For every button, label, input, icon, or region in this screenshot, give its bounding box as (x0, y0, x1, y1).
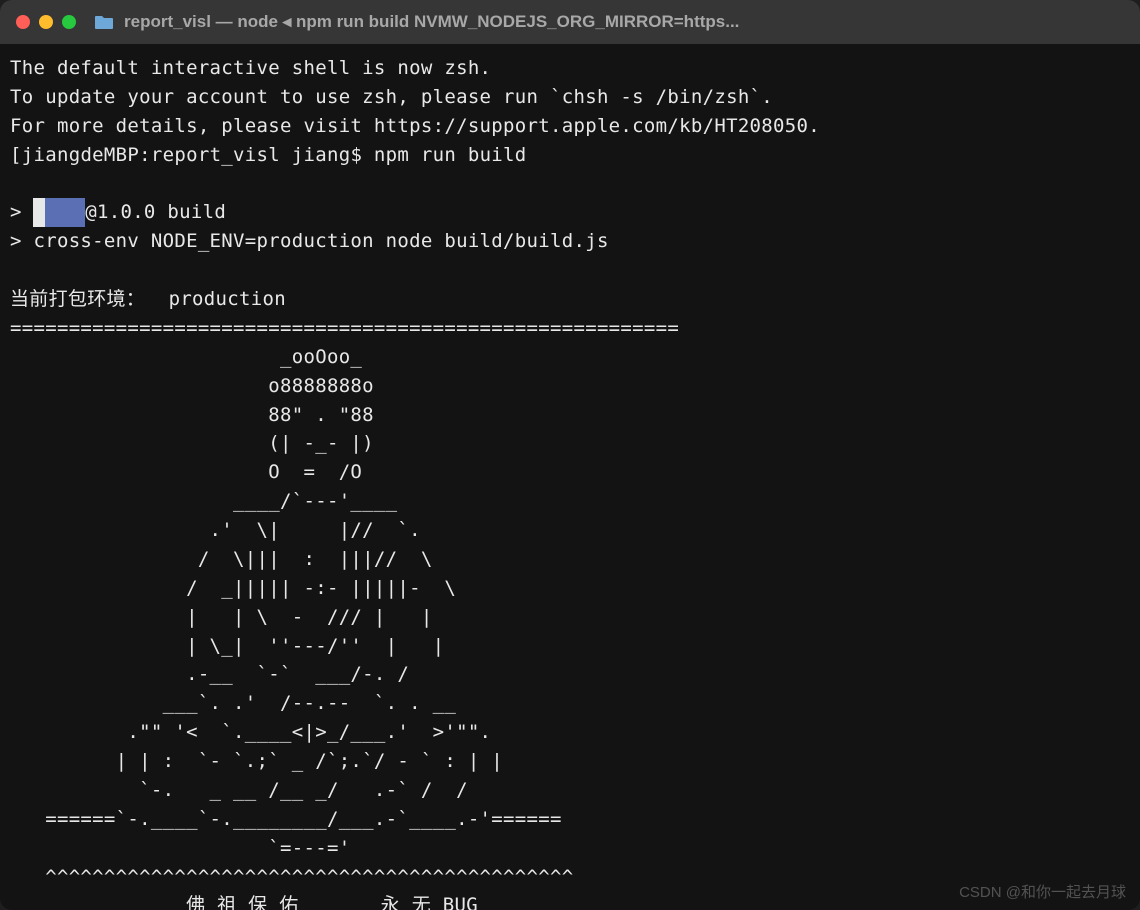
ascii-art-14: ."" '< `.____<|>_/___.' >'"". (10, 721, 491, 743)
script-prefix: > (10, 201, 33, 223)
titlebar[interactable]: report_visl — node ◂ npm run build NVMW_… (0, 0, 1140, 44)
redacted-name-highlight (45, 198, 85, 227)
close-icon[interactable] (16, 15, 30, 29)
ascii-art-18: `=---=' (10, 837, 350, 859)
ascii-art-19: ^^^^^^^^^^^^^^^^^^^^^^^^^^^^^^^^^^^^^^^^… (10, 866, 573, 888)
minimize-icon[interactable] (39, 15, 53, 29)
ascii-art-05: O = /O (10, 461, 362, 483)
env-label: 当前打包环境： production (10, 288, 286, 310)
watermark: CSDN @和你一起去月球 (959, 881, 1126, 902)
shell-notice-line1: The default interactive shell is now zsh… (10, 57, 491, 79)
terminal-window: report_visl — node ◂ npm run build NVMW_… (0, 0, 1140, 910)
maximize-icon[interactable] (62, 15, 76, 29)
ascii-art-07: .' \| |// `. (10, 519, 421, 541)
ascii-art-03: 88" . "88 (10, 404, 374, 426)
ascii-art-13: ___`. .' /--.-- `. . __ (10, 692, 456, 714)
terminal-output[interactable]: The default interactive shell is now zsh… (0, 44, 1140, 910)
shell-notice-line2: To update your account to use zsh, pleas… (10, 86, 773, 108)
shell-command: npm run build (374, 144, 527, 166)
ascii-art-15: | | : `- `.;` _ /`;.`/ - ` : | | (10, 750, 503, 772)
ascii-art-08: / \||| : |||// \ (10, 548, 433, 570)
ascii-art-06: ____/`---'____ (10, 490, 397, 512)
blessing-text: 佛 祖 保 佑 永 无 BUG (10, 894, 478, 910)
shell-notice-line3: For more details, please visit https://s… (10, 115, 820, 137)
divider: ========================================… (10, 317, 679, 339)
folder-icon (94, 14, 114, 30)
traffic-lights (16, 15, 76, 29)
ascii-art-17: ======`-.____`-.________/___.-`____.-'==… (10, 808, 562, 830)
ascii-art-01: _ooOoo_ (10, 346, 362, 368)
ascii-art-10: | | \ - /// | | (10, 606, 433, 628)
prompt-bracket-open: [ (10, 144, 22, 166)
ascii-art-11: | \_| ''---/'' | | (10, 635, 444, 657)
shell-prompt: jiangdeMBP:report_visl jiang$ (22, 144, 374, 166)
ascii-art-16: `-. _ __ /__ _/ .-` / / (10, 779, 468, 801)
ascii-art-04: (| -_- |) (10, 432, 374, 454)
ascii-art-12: .-__ `-` ___/-. / (10, 663, 409, 685)
ascii-art-02: o8888888o (10, 375, 374, 397)
package-version: @1.0.0 build (85, 201, 226, 223)
ascii-art-09: / _||||| -:- |||||- \ (10, 577, 456, 599)
build-command: > cross-env NODE_ENV=production node bui… (10, 230, 609, 252)
redacted-name (33, 198, 45, 227)
window-title: report_visl — node ◂ npm run build NVMW_… (124, 12, 1124, 32)
